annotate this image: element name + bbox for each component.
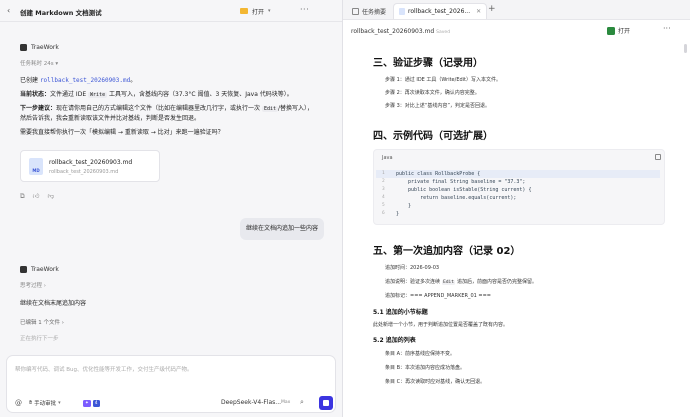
agent-summary: 继续在文档末尾追加内容: [20, 300, 87, 307]
badge-icon: ✦: [83, 400, 91, 407]
subsection-heading: 5.1 追加的小节标题: [373, 309, 428, 316]
document-panel: 任务摘要 rollback_test_2026... ✕ + rollback_…: [343, 0, 690, 417]
message-line-created: 已创建 rollback_test_20260903.md。: [20, 77, 137, 84]
summary-icon: [352, 7, 359, 15]
message-actions: ⧉ 👍︎ 👎︎: [20, 192, 54, 201]
line-number: 1: [382, 171, 385, 176]
agent-header-2: TraeWork: [20, 266, 59, 273]
file-link[interactable]: rollback_test_20260903.md: [40, 77, 130, 84]
chat-panel: ‹ 创建 Markdown 文档测试 打开 ▾ ··· TraeWork 任务耗…: [0, 0, 342, 417]
tab-document[interactable]: rollback_test_2026... ✕: [393, 3, 488, 19]
file-card-path: rollback_test_20260903.md: [49, 169, 119, 175]
code-line: private final String baseline = "37.3";: [396, 179, 526, 185]
line-number: 2: [382, 179, 385, 184]
chevron-right-icon: ›: [43, 283, 46, 289]
agent-logo-icon: [20, 266, 27, 273]
step-item: 步骤 3：对比上述“基线内容”，判定是否回退。: [385, 103, 490, 109]
open-folder-button[interactable]: 打开 ▾: [240, 5, 271, 17]
message-line-status: 当前状态：文件通过 IDE Write 工具写入，含基线内容（37.3°C 阈值…: [20, 91, 293, 98]
hand-icon: ✋︎: [29, 399, 33, 406]
list-item: 条目 C：再次读取时应对基线，确认无回退。: [385, 379, 486, 385]
saved-indicator: Saved: [436, 30, 451, 35]
code-language: Java: [382, 155, 393, 161]
document-name: rollback_test_20260903.md Saved: [351, 28, 451, 35]
edited-files-toggle[interactable]: 已编辑 1 个文件 ›: [20, 318, 64, 326]
message-line-question: 需要我直接帮你执行一次「模拟编辑 → 重新读取 → 比对」来跑一遍验证吗？: [20, 129, 224, 136]
stop-button[interactable]: [319, 396, 333, 410]
chevron-down-icon: ▾: [55, 61, 59, 67]
copy-icon[interactable]: ⧉: [20, 192, 25, 201]
code-line: public boolean isStable(String current) …: [396, 187, 532, 193]
code-line: }: [396, 203, 412, 209]
back-arrow-icon[interactable]: ‹: [7, 6, 10, 15]
chat-title: 创建 Markdown 文档测试: [20, 9, 102, 17]
attach-icon[interactable]: ⌕: [300, 398, 304, 407]
mention-icon[interactable]: @: [15, 399, 22, 407]
markdown-file-icon: MD: [29, 158, 43, 175]
step-item: 步骤 2：再次读取本文件，确认内容完整。: [385, 90, 480, 96]
chevron-down-icon: ▾: [58, 400, 61, 406]
list-item: 条目 B：本次追加内容应成功落盘。: [385, 365, 466, 371]
code-content: 1 2 3 4 5 6 public class RollbackProbe {…: [376, 170, 660, 220]
file-card-name: rollback_test_20260903.md: [49, 159, 133, 166]
code-block: Java 1 2 3 4 5 6 public class RollbackPr…: [373, 149, 665, 225]
running-status: 正在执行下一步: [20, 336, 59, 342]
thinking-toggle[interactable]: 思考过程 ›: [20, 281, 46, 289]
max-mode[interactable]: Max: [281, 400, 290, 405]
message-line-followup: 然后告诉我，我会重新读取该文件并比对基线，判断是否发生回退。: [20, 115, 201, 122]
thumbs-up-icon[interactable]: 👍︎: [33, 192, 40, 201]
step-item: 步骤 1：通过 IDE 工具（Write/Edit）写入本文件。: [385, 77, 502, 83]
more-options-icon[interactable]: ···: [663, 24, 671, 33]
task-duration[interactable]: 任务耗时 24s ▾: [20, 59, 58, 67]
chat-header: ‹ 创建 Markdown 文档测试 打开 ▾ ···: [0, 0, 342, 22]
folder-icon: [240, 8, 248, 14]
file-card[interactable]: MD rollback_test_20260903.md rollback_te…: [20, 150, 160, 182]
tab-bar: 任务摘要 rollback_test_2026... ✕ +: [343, 0, 690, 20]
append-time: 追加时间：2026-09-03: [385, 265, 440, 271]
more-options-icon[interactable]: ···: [300, 5, 309, 14]
subsection-heading: 5.2 追加的列表: [373, 337, 416, 344]
agent-header: TraeWork: [20, 44, 59, 51]
composer[interactable]: 帮你编写代码、调试 Bug、优化性能等开发工作，交付生产级代码产物。 @ ✋︎ …: [6, 355, 336, 413]
agent-name: TraeWork: [31, 44, 59, 51]
copy-icon[interactable]: [655, 154, 661, 160]
append-description: 追加说明：验证多次连续 Edit 追加后，前面内容是否仍完整保留。: [385, 279, 538, 285]
close-icon[interactable]: ✕: [476, 8, 481, 15]
code-line: return baseline.equals(current);: [396, 195, 517, 201]
message-line-suggestion: 下一步建议：现在请你用自己的方式编辑这个文件（比如在编辑器里改几行字，或执行一次…: [20, 105, 314, 112]
open-in-editor-button[interactable]: 打开: [607, 26, 630, 35]
line-number: 5: [382, 203, 385, 208]
line-number: 6: [382, 211, 385, 216]
tab-summary[interactable]: 任务摘要: [347, 3, 391, 19]
line-number: 3: [382, 187, 385, 192]
section-heading-5: 五、第一次追加内容（记录 02）: [373, 246, 521, 257]
scrollbar-thumb[interactable]: [684, 44, 687, 53]
chevron-down-icon: ▾: [268, 8, 271, 14]
chevron-right-icon: ›: [61, 320, 64, 326]
section-heading-4: 四、示例代码（可选扩展）: [373, 131, 493, 142]
list-item: 条目 A：前序基线应保持不变。: [385, 351, 456, 357]
composer-toolbar: @ ✋︎ 手动审批 ▾ ✦ 4 DeepSeek-V4-Flas... Max …: [13, 396, 333, 410]
approval-mode-dropdown[interactable]: ✋︎ 手动审批 ▾: [29, 399, 61, 408]
document-toolbar: rollback_test_20260903.md Saved 打开 ···: [343, 20, 690, 42]
agent-logo-icon: [20, 44, 27, 51]
composer-input[interactable]: 帮你编写代码、调试 Bug、优化性能等开发工作，交付生产级代码产物。: [15, 365, 193, 373]
editor-app-icon: [607, 26, 615, 35]
section-heading-3: 三、验证步骤（记录用）: [373, 58, 483, 69]
subsection-text: 此处新增一个小节，用于判断追加位置是否覆盖了既有内容。: [373, 322, 509, 328]
line-number: 4: [382, 195, 385, 200]
thumbs-down-icon[interactable]: 👎︎: [47, 192, 54, 201]
code-line: }: [396, 211, 400, 217]
badge-icon: 4: [92, 400, 100, 407]
append-marker: 追加标记：=== APPEND_MARKER_01 ===: [385, 293, 491, 299]
markdown-file-icon: [399, 8, 405, 15]
context-badges[interactable]: ✦ 4: [83, 400, 100, 407]
model-selector[interactable]: DeepSeek-V4-Flas...: [221, 399, 281, 406]
user-message: 继续在文档内追加一些内容: [240, 218, 325, 240]
new-tab-icon[interactable]: +: [488, 4, 496, 14]
code-line: public class RollbackProbe {: [396, 171, 481, 177]
